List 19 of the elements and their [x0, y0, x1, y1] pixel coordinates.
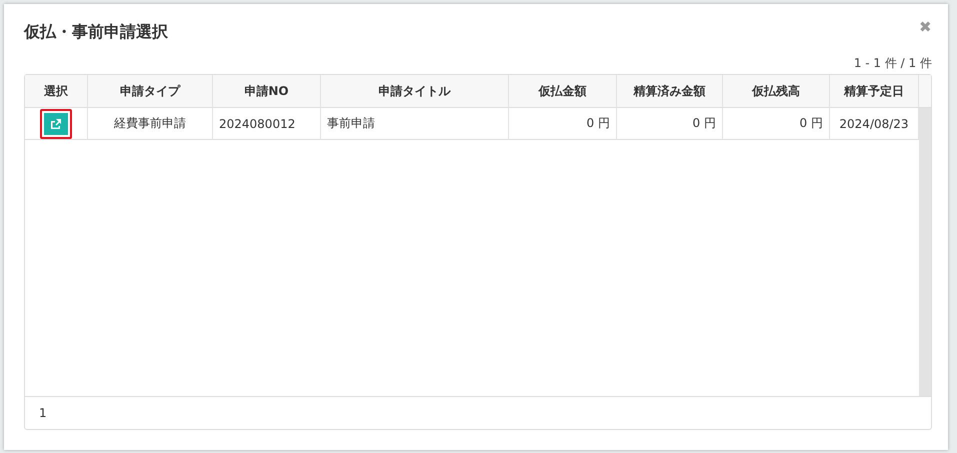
column-header: 申請NO [213, 75, 321, 108]
column-header: 申請タイプ [88, 75, 213, 108]
table-cell: 2024080012 [213, 108, 321, 140]
table-cell: 0 円 [509, 108, 617, 140]
table-cell: 事前申請 [321, 108, 509, 140]
page-number[interactable]: 1 [39, 406, 47, 420]
column-header: 申請タイトル [321, 75, 509, 108]
table-cell: 経費事前申請 [88, 108, 213, 140]
column-header: 選択 [25, 75, 88, 108]
dialog-title: 仮払・事前申請選択 [24, 22, 168, 43]
column-header: 仮払金額 [509, 75, 617, 108]
column-header: 仮払残高 [723, 75, 830, 108]
select-button[interactable] [40, 108, 72, 138]
column-header: 精算予定日 [830, 75, 919, 108]
share-icon [50, 118, 62, 129]
table-cell: 0 円 [617, 108, 723, 140]
table-cell: 0 円 [723, 108, 830, 140]
record-count: 1 - 1 件 / 1 件 [854, 55, 932, 72]
column-header: 精算済み金額 [617, 75, 723, 108]
